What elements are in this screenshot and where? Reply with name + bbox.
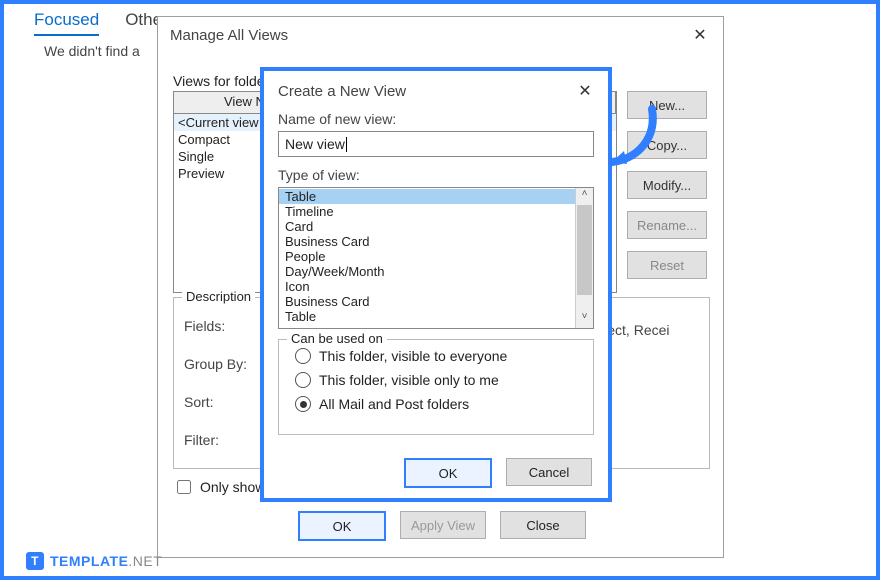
cancel-button[interactable]: Cancel (506, 458, 592, 486)
radio-icon (295, 396, 311, 412)
radio-label: All Mail and Post folders (319, 396, 469, 412)
close-icon[interactable]: ✕ (689, 25, 711, 45)
scroll-thumb[interactable] (577, 205, 592, 295)
watermark-bold: TEMPLATE (50, 553, 128, 569)
only-show-checkbox-input[interactable] (177, 480, 191, 494)
rename-button[interactable]: Rename... (627, 211, 707, 239)
radio-visible-only-me[interactable]: This folder, visible only to me (295, 372, 507, 388)
ok-button[interactable]: OK (404, 458, 492, 488)
type-listbox[interactable]: Table Timeline Card Business Card People… (278, 187, 594, 329)
new-button[interactable]: New... (627, 91, 707, 119)
filter-label: Filter: (184, 432, 219, 448)
type-label: Type of view: (278, 167, 594, 183)
inbox-tabs: Focused Other (34, 10, 168, 36)
type-option-icon[interactable]: Icon (279, 279, 593, 294)
sort-label-desc: Sort: (184, 394, 214, 410)
text-cursor (346, 137, 347, 152)
reset-button[interactable]: Reset (627, 251, 707, 279)
groupby-label: Group By: (184, 356, 247, 372)
fields-label: Fields: (184, 318, 225, 334)
radio-icon (295, 348, 311, 364)
description-legend: Description (182, 289, 255, 304)
type-option-daymonthweek[interactable]: Day/Week/Month (279, 264, 593, 279)
radio-visible-everyone[interactable]: This folder, visible to everyone (295, 348, 507, 364)
scroll-down-icon[interactable]: ˅ (576, 311, 593, 328)
modify-button[interactable]: Modify... (627, 171, 707, 199)
copy-button[interactable]: Copy... (627, 131, 707, 159)
can-be-used-on-group: Can be used on This folder, visible to e… (278, 339, 594, 435)
close-icon[interactable]: ✕ (574, 81, 596, 101)
type-option-timeline[interactable]: Timeline (279, 204, 593, 219)
name-input[interactable]: New view (278, 131, 594, 157)
create-view-dialog: Create a New View ✕ Name of new view: Ne… (264, 71, 608, 498)
type-option-people[interactable]: People (279, 249, 593, 264)
radio-icon (295, 372, 311, 388)
type-option-businesscard[interactable]: Business Card (279, 234, 593, 249)
radio-label: This folder, visible only to me (319, 372, 499, 388)
can-be-used-on-legend: Can be used on (287, 331, 387, 346)
watermark-icon: T (26, 552, 44, 570)
type-option-businesscard2[interactable]: Business Card (279, 294, 593, 309)
type-option-table[interactable]: Table (279, 189, 593, 204)
radio-all-mail-post[interactable]: All Mail and Post folders (295, 396, 507, 412)
type-option-table2[interactable]: Table (279, 309, 593, 324)
type-list-scrollbar[interactable]: ˄ ˅ (575, 188, 593, 328)
type-option-card[interactable]: Card (279, 219, 593, 234)
no-results-text: We didn't find a (44, 43, 140, 59)
scroll-up-icon[interactable]: ˄ (576, 188, 593, 205)
tab-focused[interactable]: Focused (34, 10, 99, 36)
radio-label: This folder, visible to everyone (319, 348, 507, 364)
name-label: Name of new view: (278, 111, 594, 127)
apply-view-button[interactable]: Apply View (400, 511, 486, 539)
create-view-title: Create a New View (278, 83, 406, 100)
create-view-highlight: Create a New View ✕ Name of new view: Ne… (260, 67, 612, 502)
watermark-thin: .NET (128, 553, 162, 569)
manage-views-title: Manage All Views (170, 27, 288, 44)
watermark: T TEMPLATE.NET (26, 552, 162, 570)
ok-button[interactable]: OK (298, 511, 386, 541)
close-button[interactable]: Close (500, 511, 586, 539)
name-input-value: New view (285, 136, 345, 152)
